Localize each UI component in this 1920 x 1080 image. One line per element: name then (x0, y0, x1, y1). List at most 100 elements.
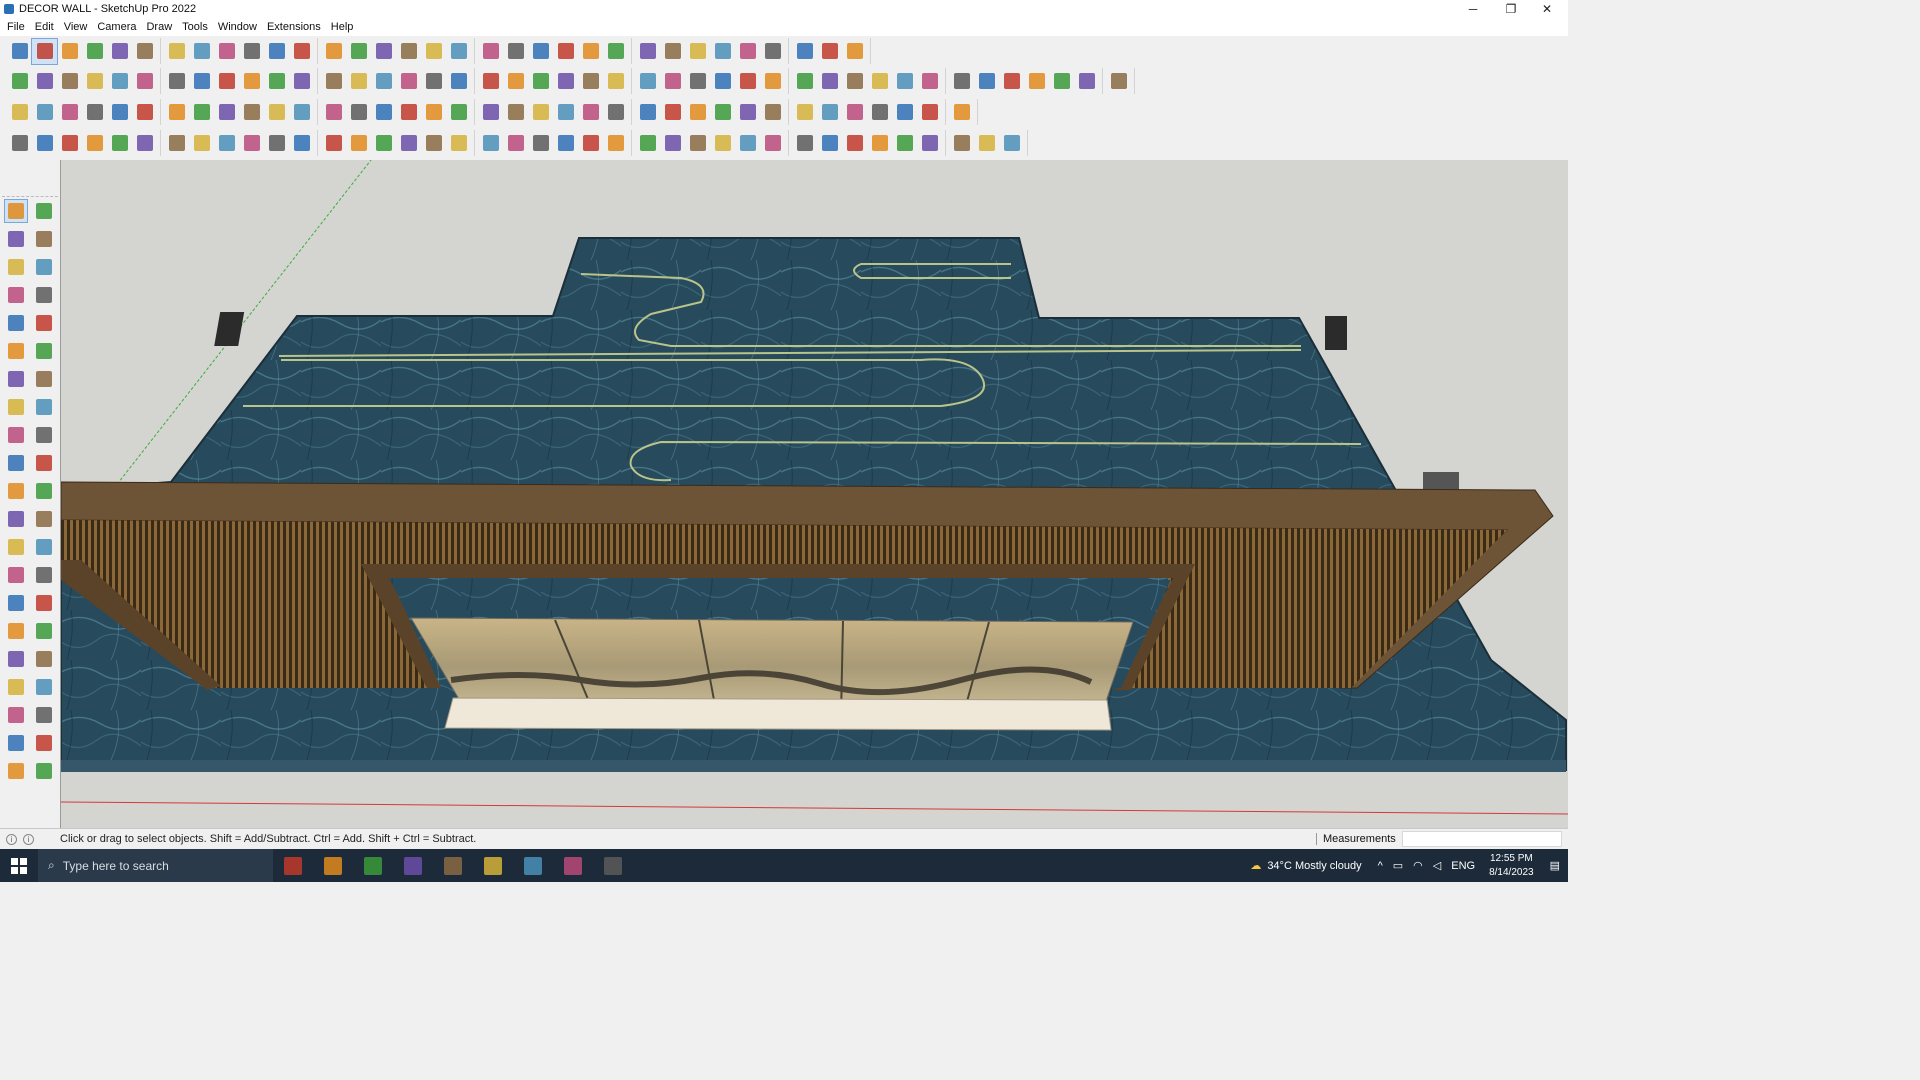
position-camera-icon[interactable] (5, 676, 27, 698)
text-icon[interactable] (321, 39, 346, 64)
section-fill-icon[interactable] (346, 69, 371, 94)
flip-icon[interactable] (239, 69, 264, 94)
measurements-input[interactable] (1402, 831, 1562, 847)
3dsmax-icon[interactable] (473, 849, 513, 882)
plane-blue-icon[interactable] (32, 100, 57, 125)
hatch-icon[interactable] (710, 131, 735, 156)
reset-icon[interactable] (842, 39, 867, 64)
export-icon[interactable] (1106, 69, 1131, 94)
wave-icon[interactable] (974, 131, 999, 156)
draw-arc-icon[interactable] (7, 131, 32, 156)
ring-icon[interactable] (892, 131, 917, 156)
section-plane-icon[interactable] (289, 69, 314, 94)
rectangle-icon[interactable] (5, 312, 27, 334)
menu-window[interactable]: Window (213, 21, 262, 33)
font-icon[interactable] (553, 69, 578, 94)
weather-text[interactable]: 34°C Mostly cloudy (1267, 860, 1361, 872)
calculator-icon[interactable] (353, 849, 393, 882)
cross-green-icon[interactable] (346, 100, 371, 125)
comb-icon[interactable] (867, 131, 892, 156)
texture-icon[interactable] (1024, 69, 1049, 94)
shape-circle-icon[interactable] (660, 69, 685, 94)
sticky-notes-icon[interactable] (553, 849, 593, 882)
solid-tools-icon[interactable] (660, 39, 685, 64)
material-icon[interactable] (949, 69, 974, 94)
shape-square-icon[interactable] (635, 69, 660, 94)
menu-draw[interactable]: Draw (141, 21, 177, 33)
iso-view-icon[interactable] (7, 69, 32, 94)
stripe-b-icon[interactable] (603, 131, 628, 156)
axes-icon[interactable] (735, 39, 760, 64)
select-icon[interactable] (31, 37, 58, 65)
move-icon[interactable] (214, 39, 239, 64)
curve-orange-icon[interactable] (107, 100, 132, 125)
arc-icon[interactable] (264, 69, 289, 94)
network-icon[interactable]: ▭ (1393, 859, 1403, 872)
shape-curve-icon[interactable] (842, 69, 867, 94)
weather-icon[interactable]: ☁ (1250, 859, 1261, 872)
3d-warehouse-icon[interactable] (635, 39, 660, 64)
spring-icon[interactable] (446, 131, 471, 156)
shadows-icon[interactable] (760, 39, 785, 64)
sketchup-icon[interactable] (593, 849, 633, 882)
stripe-a-icon[interactable] (578, 131, 603, 156)
roof-tile-icon[interactable] (1049, 69, 1074, 94)
light-fixture-far-right[interactable] (1423, 472, 1459, 490)
measure-icon[interactable] (892, 69, 917, 94)
lasso-red-icon[interactable] (503, 100, 528, 125)
people-icon[interactable] (273, 849, 313, 882)
back-view-icon[interactable] (107, 69, 132, 94)
render-icon[interactable] (1074, 69, 1099, 94)
rotate-icon[interactable] (5, 452, 27, 474)
front-view-icon[interactable] (57, 69, 82, 94)
scale-icon[interactable] (264, 39, 289, 64)
copy-icon[interactable] (660, 100, 685, 125)
garage-icon[interactable] (503, 69, 528, 94)
shape-ellipse-icon[interactable] (710, 69, 735, 94)
three-point-arc-icon[interactable] (5, 396, 27, 418)
rect-red-icon[interactable] (132, 100, 157, 125)
layers-icon[interactable] (528, 39, 553, 64)
stripe-d-icon[interactable] (660, 131, 685, 156)
door-icon[interactable] (189, 100, 214, 125)
cross-blue-icon[interactable] (371, 100, 396, 125)
rotated-rectangle-icon[interactable] (33, 312, 55, 334)
follow-me-icon[interactable] (33, 452, 55, 474)
clock[interactable]: 12:55 PM 8/14/2023 (1481, 852, 1542, 880)
offset-icon[interactable] (33, 480, 55, 502)
gable-icon[interactable] (478, 69, 503, 94)
sandbox-icon[interactable] (503, 39, 528, 64)
brick-icon[interactable] (999, 69, 1024, 94)
shape-arc-icon[interactable] (760, 69, 785, 94)
previous-view-icon[interactable] (33, 648, 55, 670)
orbit-icon[interactable] (371, 39, 396, 64)
close-x-icon[interactable] (892, 100, 917, 125)
dimension-icon[interactable] (321, 131, 346, 156)
dimension-icon[interactable] (33, 564, 55, 586)
sphere-icon[interactable] (214, 131, 239, 156)
align-icon[interactable] (949, 100, 974, 125)
orbit-icon[interactable] (33, 200, 55, 222)
notifications-icon[interactable]: ▤ (1550, 859, 1560, 872)
gear-icon[interactable] (917, 131, 942, 156)
text-label-icon[interactable] (82, 100, 107, 125)
components-icon[interactable] (478, 39, 503, 64)
array-icon[interactable] (685, 100, 710, 125)
cross-red-icon[interactable] (321, 100, 346, 125)
ramp-icon[interactable] (949, 131, 974, 156)
shape-parallelogram-icon[interactable] (735, 69, 760, 94)
zoom-extents-icon[interactable] (5, 648, 27, 670)
leaf-icon[interactable] (578, 69, 603, 94)
volume-icon[interactable]: ◁ (1433, 859, 1441, 872)
plane2-icon[interactable] (528, 131, 553, 156)
section-plane-icon[interactable] (33, 704, 55, 726)
roof-icon[interactable] (446, 69, 471, 94)
chair-icon[interactable] (371, 131, 396, 156)
follow-me-icon[interactable] (189, 39, 214, 64)
extension-warehouse-icon[interactable] (603, 39, 628, 64)
undo-icon[interactable] (792, 39, 817, 64)
tile-icon[interactable] (817, 100, 842, 125)
close-button[interactable]: ✕ (1528, 0, 1566, 18)
leaf2-icon[interactable] (503, 131, 528, 156)
connector-icon[interactable] (239, 100, 264, 125)
